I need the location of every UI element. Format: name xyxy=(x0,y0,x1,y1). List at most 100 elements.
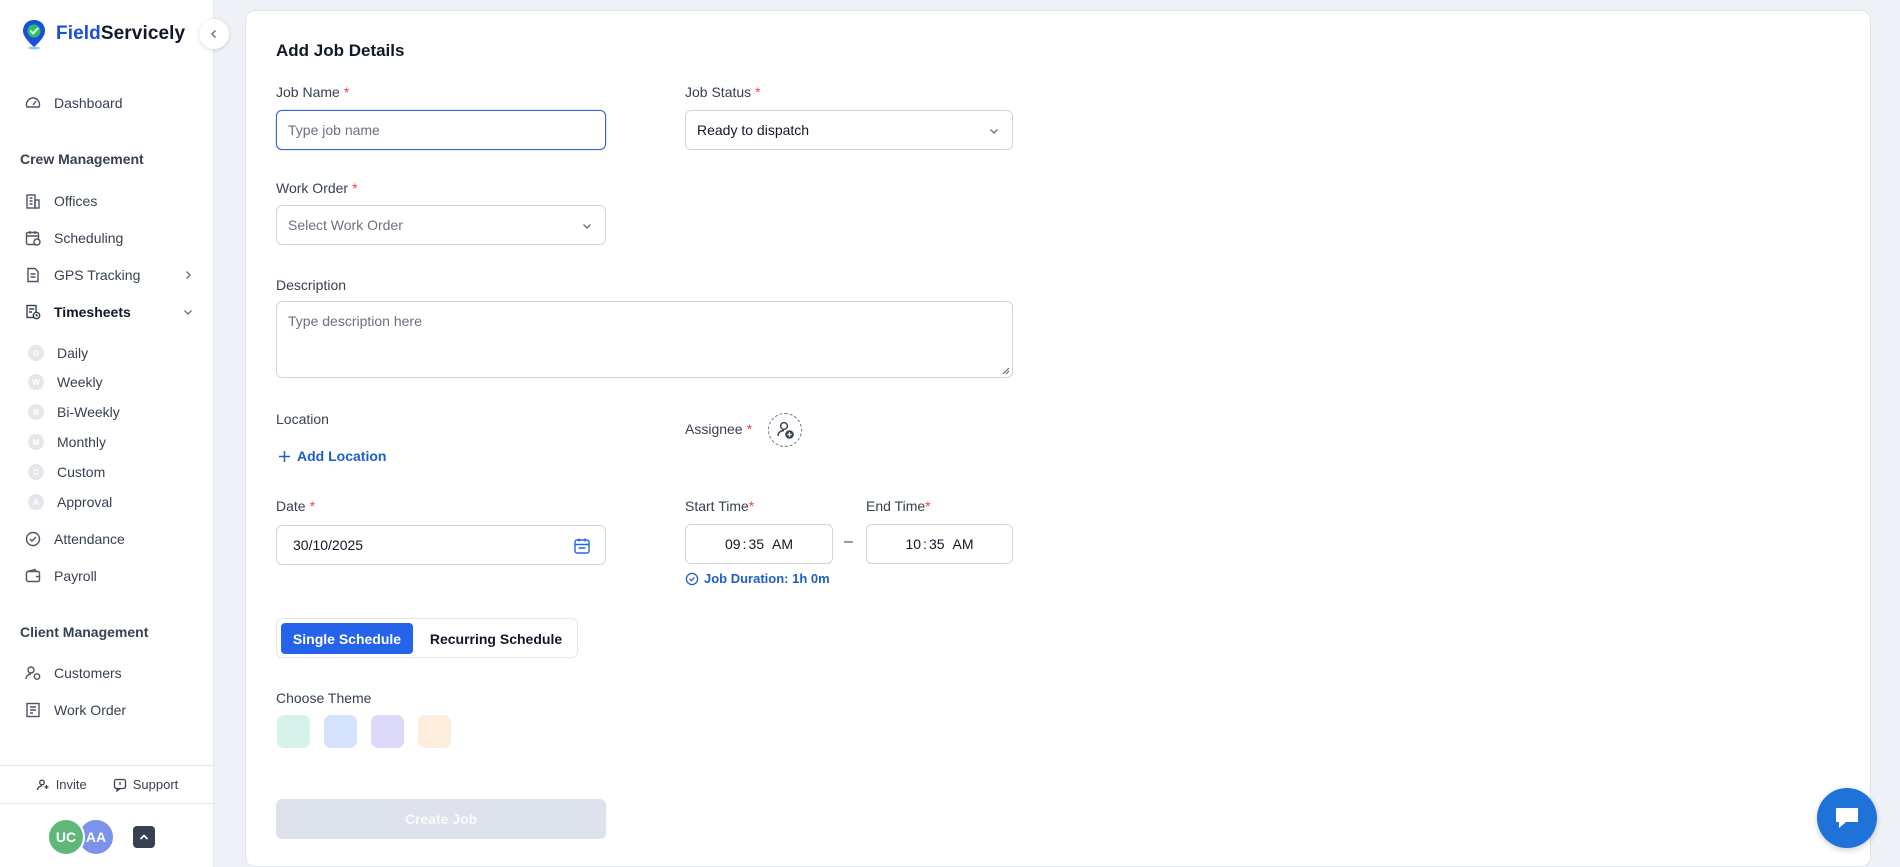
plus-icon xyxy=(279,450,290,462)
sub-item-daily-label: Daily xyxy=(57,345,89,361)
nav-gps-tracking-label: GPS Tracking xyxy=(54,267,141,283)
theme-swatch-purple[interactable] xyxy=(371,715,404,748)
resize-handle-icon[interactable] xyxy=(1000,365,1010,375)
job-status-select[interactable]: Ready to dispatch xyxy=(685,110,1013,150)
calendar-icon[interactable] xyxy=(573,537,591,555)
recurring-schedule-button[interactable]: Recurring Schedule xyxy=(417,623,575,654)
nav-timesheets[interactable]: Timesheets xyxy=(24,299,194,325)
required-mark: * xyxy=(755,84,761,100)
job-duration-text: Job Duration: 1h 0m xyxy=(704,571,830,586)
sub-item-monthly-label: Monthly xyxy=(57,434,107,450)
brand[interactable]: FieldServicely xyxy=(20,18,185,50)
wallet-icon xyxy=(25,568,41,583)
add-assignee-button[interactable] xyxy=(768,413,802,447)
create-job-button[interactable]: Create Job xyxy=(276,799,606,839)
custom-bullet-icon: C xyxy=(28,464,44,480)
brand-name: FieldServicely xyxy=(56,23,185,45)
job-duration: Job Duration: 1h 0m xyxy=(685,571,830,586)
sidebar-footer-links: Invite Support xyxy=(0,766,214,803)
sub-item-daily[interactable]: D Daily xyxy=(28,342,88,364)
nav-work-order[interactable]: Work Order xyxy=(24,697,194,723)
support-label: Support xyxy=(132,777,179,792)
required-mark: * xyxy=(309,498,316,514)
sub-item-approval-label: Approval xyxy=(57,494,113,510)
sub-item-custom[interactable]: C Custom xyxy=(28,461,105,483)
chevron-up-icon xyxy=(139,834,149,840)
start-time-label: Start Time* xyxy=(685,498,754,514)
start-period[interactable]: AM xyxy=(772,536,793,552)
sub-item-weekly[interactable]: W Weekly xyxy=(28,371,103,393)
nav-customers[interactable]: Customers xyxy=(24,660,194,686)
brand-name-part1: Field xyxy=(56,23,101,44)
location-pin-logo-icon xyxy=(23,20,45,50)
support-link[interactable]: Support xyxy=(113,777,179,792)
work-order-placeholder: Select Work Order xyxy=(288,217,403,233)
job-name-input[interactable]: Type job name xyxy=(276,110,606,150)
start-hour[interactable]: 09 xyxy=(725,536,741,552)
theme-swatch-green[interactable] xyxy=(277,715,310,748)
start-minute[interactable]: 35 xyxy=(748,536,764,552)
assignee-label: Assignee * xyxy=(685,421,752,437)
nav-payroll[interactable]: Payroll xyxy=(24,563,194,589)
brand-name-part2: Servicely xyxy=(100,23,186,44)
end-period[interactable]: AM xyxy=(953,536,974,552)
nav-work-order-label: Work Order xyxy=(54,702,127,718)
nav-dashboard[interactable]: Dashboard xyxy=(24,90,194,116)
location-label: Location xyxy=(276,411,329,427)
work-order-icon xyxy=(26,702,40,718)
end-hour[interactable]: 10 xyxy=(905,536,921,552)
description-textarea[interactable]: Type description here xyxy=(276,301,1013,378)
description-label: Description xyxy=(276,277,347,293)
approval-bullet-icon: A xyxy=(28,494,44,510)
nav-scheduling[interactable]: Scheduling xyxy=(24,225,194,251)
work-order-label-text: Work Order xyxy=(276,180,349,196)
work-order-select[interactable]: Select Work Order xyxy=(276,205,606,245)
required-mark: * xyxy=(925,498,931,514)
nav-attendance[interactable]: Attendance xyxy=(24,526,194,552)
chevron-down-icon xyxy=(184,310,192,315)
required-mark: * xyxy=(746,421,753,437)
chevron-down-icon xyxy=(990,129,998,134)
account-expand-button[interactable] xyxy=(133,826,155,848)
single-schedule-button[interactable]: Single Schedule xyxy=(281,623,413,654)
choose-theme-label: Choose Theme xyxy=(276,690,372,706)
required-mark: * xyxy=(343,84,350,100)
nav-offices[interactable]: Offices xyxy=(24,188,194,214)
end-time-input[interactable]: 10 : 35 AM xyxy=(866,524,1013,564)
sidebar-collapse-button[interactable] xyxy=(199,19,229,49)
nav-gps-tracking[interactable]: GPS Tracking xyxy=(24,262,194,288)
job-status-label-text: Job Status xyxy=(685,84,752,100)
add-user-icon xyxy=(36,779,49,790)
nav-dashboard-label: Dashboard xyxy=(54,95,123,111)
chevron-left-icon xyxy=(210,29,217,39)
sub-item-approval[interactable]: A Approval xyxy=(28,491,112,513)
chevron-right-icon xyxy=(186,271,191,279)
avatar-user-1[interactable]: UC xyxy=(47,818,85,856)
job-name-label: Job Name * xyxy=(276,84,349,100)
building-icon xyxy=(26,194,40,209)
job-status-value: Ready to dispatch xyxy=(697,122,810,138)
end-minute[interactable]: 35 xyxy=(929,536,945,552)
sub-item-weekly-label: Weekly xyxy=(57,374,103,390)
theme-swatch-orange[interactable] xyxy=(418,715,451,748)
start-time-input[interactable]: 09 : 35 AM xyxy=(685,524,833,564)
add-user-icon xyxy=(777,421,794,439)
attendance-icon xyxy=(25,531,41,547)
sub-item-monthly[interactable]: M Monthly xyxy=(28,431,106,453)
live-chat-button[interactable] xyxy=(1817,788,1877,848)
nav-customers-label: Customers xyxy=(54,665,122,681)
date-input[interactable]: 30/10/2025 xyxy=(276,525,606,565)
weekly-bullet-icon: W xyxy=(28,374,44,390)
add-location-button[interactable]: Add Location xyxy=(278,448,386,464)
theme-swatch-blue[interactable] xyxy=(324,715,357,748)
client-management-heading: Client Management xyxy=(20,624,149,640)
sub-item-bi-weekly-label: Bi-Weekly xyxy=(57,404,120,420)
sub-item-bi-weekly[interactable]: B Bi-Weekly xyxy=(28,401,120,423)
sub-item-custom-label: Custom xyxy=(57,464,106,480)
invite-link[interactable]: Invite xyxy=(36,777,87,792)
nav-scheduling-label: Scheduling xyxy=(54,230,124,246)
page-title: Add Job Details xyxy=(276,41,405,60)
nav-payroll-label: Payroll xyxy=(54,568,97,584)
work-order-label: Work Order * xyxy=(276,180,358,196)
timesheet-icon xyxy=(26,304,41,320)
